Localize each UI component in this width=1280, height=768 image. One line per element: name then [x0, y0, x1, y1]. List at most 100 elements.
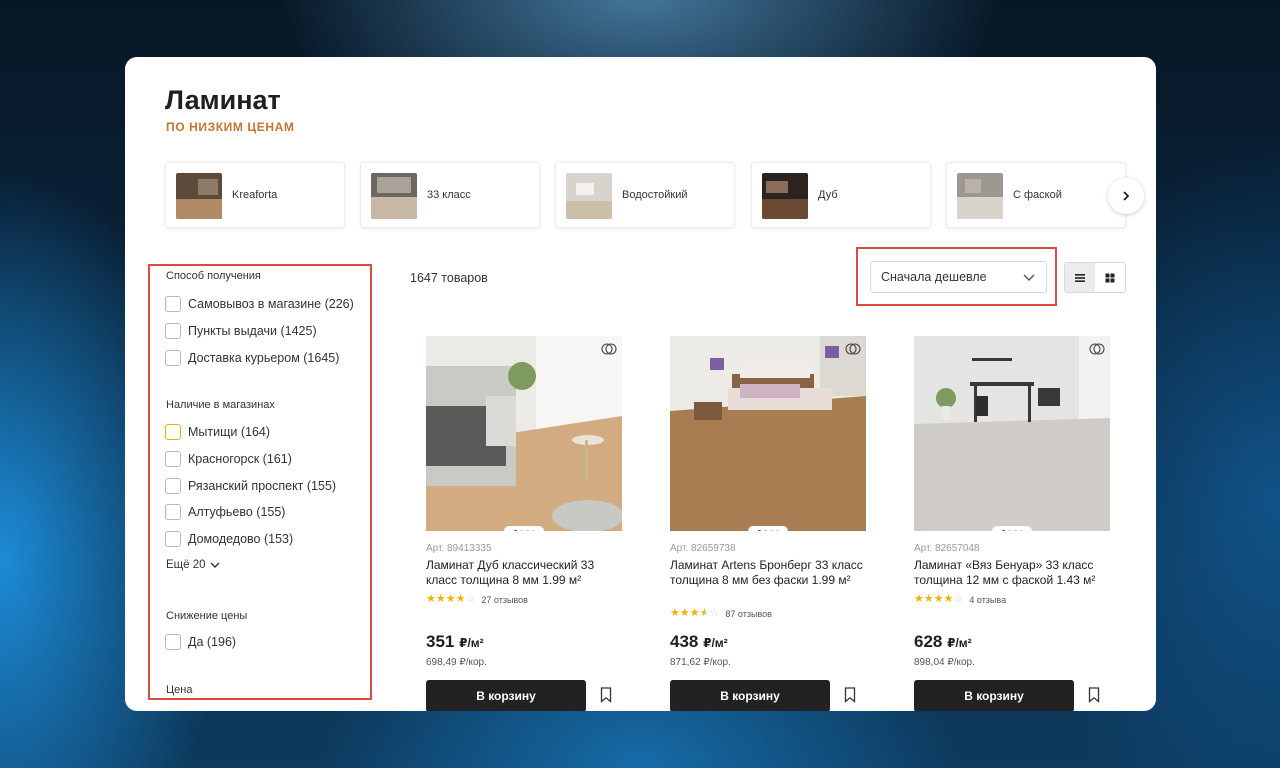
product-price: 351 ₽/м²	[426, 632, 484, 652]
checkbox-label: Красногорск (161)	[188, 452, 292, 466]
price-per-box: 871,62 ₽/кор.	[670, 657, 731, 668]
checkbox[interactable]	[165, 634, 181, 650]
star-icon: ★	[943, 593, 954, 605]
page-title: Ламинат	[165, 85, 281, 115]
compare-icon[interactable]	[1089, 341, 1105, 362]
filter-option-pickup-points[interactable]: Пункты выдачи (1425)	[165, 322, 317, 340]
compare-icon[interactable]	[845, 341, 861, 362]
product-price: 628 ₽/м²	[914, 632, 972, 652]
category-chip-bevel[interactable]: С фаской	[946, 162, 1126, 228]
checkbox-label: Алтуфьево (155)	[188, 505, 286, 519]
star-icon: ★	[445, 593, 456, 605]
star-icon: ★	[435, 593, 446, 605]
image-pagination-dots	[748, 526, 788, 531]
star-icon: ★	[914, 593, 924, 605]
filter-title-price: Цена	[166, 684, 193, 696]
catalog-panel: Ламинат по низким ценам Kreaforta 33 кла…	[125, 57, 1156, 711]
product-image[interactable]	[914, 336, 1110, 531]
reviews-link[interactable]: 87 отзывов	[725, 609, 772, 619]
category-thumbnail	[566, 173, 612, 219]
checkbox-label: Да (196)	[188, 635, 237, 649]
category-chip-label: Kreaforta	[232, 189, 278, 201]
filter-title-discount: Снижение цены	[166, 610, 248, 622]
sort-dropdown[interactable]: Сначала дешевле	[870, 261, 1047, 293]
checkbox[interactable]	[165, 424, 181, 440]
product-article: Арт. 82657048	[914, 543, 980, 554]
filter-option-krasnogorsk[interactable]: Красногорск (161)	[165, 450, 292, 468]
show-more-label: Ещё 20	[166, 559, 206, 571]
star-icon: ★	[670, 607, 680, 619]
filter-option-courier[interactable]: Доставка курьером (1645)	[165, 349, 339, 367]
star-icon: ★	[933, 593, 944, 605]
checkbox[interactable]	[165, 296, 181, 312]
bookmark-icon[interactable]	[844, 687, 856, 708]
product-image[interactable]	[670, 336, 866, 531]
checkbox-label: Домодедово (153)	[188, 532, 294, 546]
chevron-down-icon	[210, 562, 220, 568]
category-chip-33-class[interactable]: 33 класс	[360, 162, 540, 228]
category-chip-kreaforta[interactable]: Kreaforta	[165, 162, 345, 228]
price-value: 628	[914, 632, 943, 651]
bookmark-icon[interactable]	[1088, 687, 1100, 708]
filter-option-mytishchi[interactable]: Мытищи (164)	[165, 423, 270, 441]
filter-option-discount-yes[interactable]: Да (196)	[165, 633, 236, 651]
star-icon: ★	[679, 607, 690, 619]
price-value: 438	[670, 632, 699, 651]
category-chip-waterproof[interactable]: Водостойкий	[555, 162, 735, 228]
checkbox[interactable]	[165, 451, 181, 467]
category-thumbnail	[371, 173, 417, 219]
chevron-down-icon	[1023, 274, 1035, 281]
add-to-cart-button[interactable]: В корзину	[914, 680, 1074, 711]
product-price: 438 ₽/м²	[670, 632, 728, 652]
category-chips: Kreaforta 33 класс Водостойкий Дуб С фас…	[165, 162, 1126, 228]
image-pagination-dots	[992, 526, 1032, 531]
list-view-button[interactable]	[1065, 263, 1095, 292]
filter-option-domodedovo[interactable]: Домодедово (153)	[165, 530, 293, 548]
product-name[interactable]: Ламинат «Вяз Бенуар» 33 класс толщина 12…	[914, 558, 1110, 587]
checkbox[interactable]	[165, 504, 181, 520]
chevron-right-icon	[1123, 191, 1130, 201]
category-thumbnail	[176, 173, 222, 219]
category-chip-label: С фаской	[1013, 189, 1062, 201]
star-icon: ★	[455, 593, 466, 605]
list-icon	[1075, 273, 1085, 282]
category-chip-oak[interactable]: Дуб	[751, 162, 931, 228]
sort-value: Сначала дешевле	[881, 270, 987, 284]
page-subtitle: по низким ценам	[166, 120, 295, 134]
product-rating: ★ ★ ★ ★ ☆ 27 отзывов	[426, 594, 528, 605]
star-icon: ★	[689, 607, 700, 619]
star-icon: ★	[426, 593, 436, 605]
checkbox-label: Мытищи (164)	[188, 425, 271, 439]
product-article: Арт. 82659738	[670, 543, 736, 554]
star-half-icon: ★	[699, 607, 710, 619]
product-rating: ★ ★ ★ ★ ☆ 4 отзыва	[914, 594, 1006, 605]
price-unit: ₽/м²	[947, 636, 972, 650]
category-chip-label: 33 класс	[427, 189, 471, 201]
star-empty-icon: ☆	[709, 607, 720, 619]
view-toggle	[1064, 262, 1126, 293]
checkbox-label: Рязанский проспект (155)	[188, 479, 337, 493]
grid-icon	[1105, 273, 1115, 282]
checkbox[interactable]	[165, 350, 181, 366]
filter-option-altufyevo[interactable]: Алтуфьево (155)	[165, 503, 285, 521]
chips-next-button[interactable]	[1108, 178, 1144, 214]
filter-title-stores: Наличие в магазинах	[166, 399, 275, 411]
checkbox[interactable]	[165, 478, 181, 494]
product-name[interactable]: Ламинат Дуб классический 33 класс толщин…	[426, 558, 622, 587]
add-to-cart-button[interactable]: В корзину	[426, 680, 586, 711]
show-more-stores-link[interactable]: Ещё 20	[166, 559, 220, 571]
checkbox[interactable]	[165, 323, 181, 339]
reviews-link[interactable]: 27 отзывов	[481, 595, 528, 605]
product-name[interactable]: Ламинат Artens Бронберг 33 класс толщина…	[670, 558, 866, 587]
checkbox-label: Самовывоз в магазине (226)	[188, 297, 354, 311]
checkbox[interactable]	[165, 531, 181, 547]
add-to-cart-button[interactable]: В корзину	[670, 680, 830, 711]
compare-icon[interactable]	[601, 341, 617, 362]
grid-view-button[interactable]	[1095, 263, 1125, 292]
category-chip-label: Дуб	[818, 189, 838, 201]
bookmark-icon[interactable]	[600, 687, 612, 708]
filter-option-ryazansky[interactable]: Рязанский проспект (155)	[165, 477, 336, 495]
product-image[interactable]	[426, 336, 622, 531]
reviews-link[interactable]: 4 отзыва	[969, 595, 1006, 605]
filter-option-pickup[interactable]: Самовывоз в магазине (226)	[165, 295, 354, 313]
